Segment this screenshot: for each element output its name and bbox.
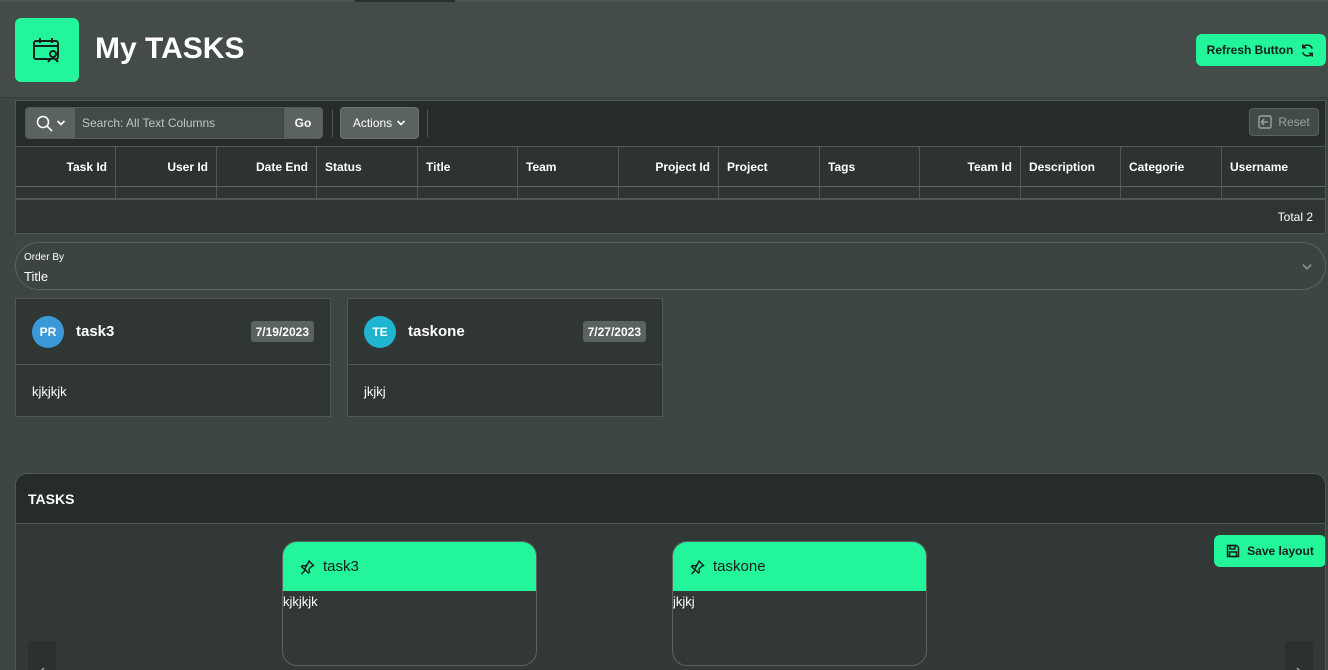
search-bar: Go <box>25 107 323 139</box>
column-header-team-id[interactable]: Team Id <box>920 147 1021 187</box>
refresh-button[interactable]: Refresh Button <box>1196 34 1326 66</box>
pinned-card-body: jkjkj <box>673 594 695 609</box>
column-header-tags[interactable]: Tags <box>820 147 920 187</box>
pinned-card-header: task3 <box>283 542 536 591</box>
table-row <box>16 187 1325 198</box>
report-toolbar: Go Actions Reset <box>16 101 1325 146</box>
grid-body-scroll[interactable] <box>16 186 1325 200</box>
date-badge: 7/27/2023 <box>582 321 646 342</box>
column-header-title[interactable]: Title <box>418 147 518 187</box>
reset-button[interactable]: Reset <box>1249 108 1319 136</box>
pinned-card-header: taskone <box>673 542 926 591</box>
actions-button[interactable]: Actions <box>340 107 419 139</box>
column-header-project-id[interactable]: Project Id <box>619 147 719 187</box>
pinned-task-card[interactable]: task3 kjkjkjk <box>282 541 537 666</box>
column-header-user-id[interactable]: User Id <box>116 147 217 187</box>
save-layout-label: Save layout <box>1247 544 1314 558</box>
tasks-region: TASKS Save layout task3 kjkjkjk taskone … <box>15 473 1326 670</box>
column-header-team[interactable]: Team <box>518 147 619 187</box>
refresh-button-label: Refresh Button <box>1206 43 1294 57</box>
card-header: TE taskone 7/27/2023 <box>348 299 662 365</box>
card-title: taskone <box>408 323 465 340</box>
reset-icon <box>1258 115 1273 129</box>
avatar: PR <box>32 316 64 348</box>
search-column-selector[interactable] <box>26 108 75 138</box>
chevron-down-icon <box>1302 264 1312 270</box>
search-icon <box>36 115 53 132</box>
toolbar-divider <box>427 109 428 137</box>
toolbar-divider <box>332 109 333 137</box>
interactive-report: Go Actions Reset Task Id User Id Date En… <box>15 100 1326 234</box>
pin-icon <box>690 559 705 574</box>
order-by-value: Title <box>24 269 49 284</box>
column-header-project[interactable]: Project <box>719 147 820 187</box>
order-by-select[interactable]: Order By Title <box>15 242 1326 290</box>
column-header-date-end[interactable]: Date End <box>217 147 317 187</box>
avatar: TE <box>364 316 396 348</box>
pin-icon <box>300 559 315 574</box>
pinned-card-body: kjkjkjk <box>283 594 318 609</box>
task-card[interactable]: PR task3 7/19/2023 kjkjkjk <box>15 298 331 417</box>
task-card[interactable]: TE taskone 7/27/2023 jkjkj <box>347 298 663 417</box>
chevron-down-icon <box>397 120 406 126</box>
column-header-description[interactable]: Description <box>1021 147 1121 187</box>
app-icon <box>15 18 79 82</box>
order-by-label: Order By <box>24 252 65 263</box>
refresh-icon <box>1302 43 1314 57</box>
grid-header-row: Task Id User Id Date End Status Title Te… <box>16 146 1325 187</box>
column-header-username[interactable]: Username <box>1222 147 1325 187</box>
carousel-prev-button[interactable] <box>28 641 56 670</box>
column-header-task-id[interactable]: Task Id <box>16 147 116 187</box>
tasks-region-title: TASKS <box>16 474 1325 524</box>
search-input[interactable] <box>75 108 283 138</box>
carousel-next-button[interactable] <box>1285 641 1313 670</box>
card-body: kjkjkjk <box>32 384 67 399</box>
column-header-status[interactable]: Status <box>317 147 418 187</box>
save-layout-button[interactable]: Save layout <box>1214 535 1325 567</box>
card-body: jkjkj <box>364 384 386 399</box>
save-icon <box>1226 544 1240 558</box>
grid-footer: Total 2 <box>16 200 1325 233</box>
calendar-user-icon <box>33 38 59 63</box>
card-header: PR task3 7/19/2023 <box>16 299 330 365</box>
pinned-task-card[interactable]: taskone jkjkj <box>672 541 927 666</box>
column-header-categorie[interactable]: Categorie <box>1121 147 1222 187</box>
pinned-card-title: taskone <box>713 558 766 575</box>
go-button[interactable]: Go <box>283 108 322 138</box>
actions-button-label: Actions <box>352 116 393 130</box>
chevron-down-icon <box>56 120 65 126</box>
card-title: task3 <box>76 323 115 340</box>
pinned-card-title: task3 <box>323 558 359 575</box>
reset-button-label: Reset <box>1278 115 1310 129</box>
row-total: Total 2 <box>1277 209 1313 224</box>
date-badge: 7/19/2023 <box>250 321 314 342</box>
page-header: My TASKS Refresh Button <box>0 2 1328 98</box>
page-title: My TASKS <box>95 32 245 65</box>
